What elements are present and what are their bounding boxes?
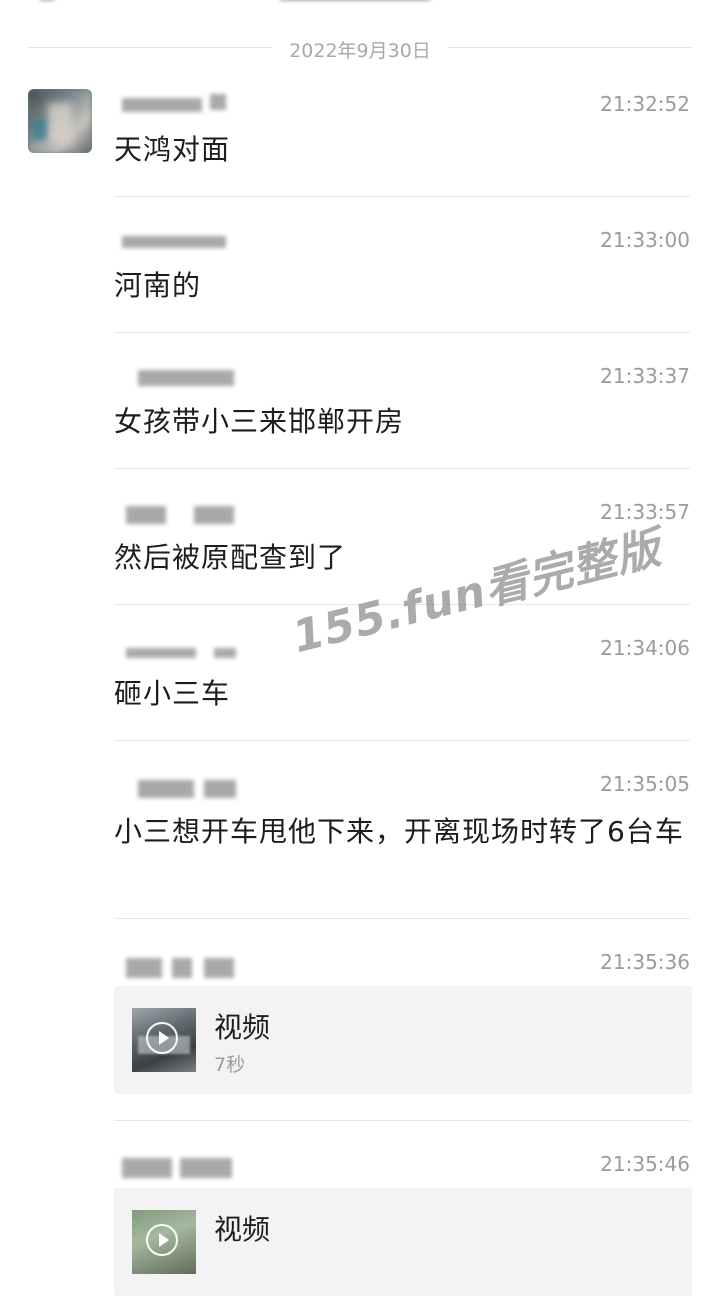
sender-name-blurred [120,772,250,798]
sender-name-blurred [120,364,250,388]
cut-off-header [0,0,712,6]
message-time: 21:35:36 [600,950,690,974]
video-title: 视频 [214,1011,271,1044]
message-time: 21:35:46 [600,1152,690,1176]
video-duration: 7秒 [214,1054,246,1076]
message-text: 砸小三车 [114,677,231,710]
video-thumbnail [132,1210,196,1274]
video-thumbnail [132,1008,196,1072]
message-text: 小三想开车甩他下来，开离现场时转了6台车 [114,815,684,848]
message-time: 21:32:52 [600,92,690,116]
message-time: 21:35:05 [600,772,690,796]
play-circle-icon [146,1022,178,1054]
sender-avatar[interactable] [28,89,92,153]
date-label: 2022年9月30日 [275,40,445,62]
message-time: 21:33:00 [600,228,690,252]
message-text: 天鸿对面 [114,133,231,166]
video-card[interactable]: 视频 7秒 [114,986,692,1094]
message-time: 21:33:37 [600,364,690,388]
date-separator: 2022年9月30日 [28,34,692,62]
sender-name-blurred [120,950,250,978]
message-divider [114,332,690,333]
sender-name-blurred [120,636,250,660]
sender-name-blurred [120,500,250,524]
message-divider [114,196,690,197]
message-divider [114,1120,690,1121]
message-text: 河南的 [114,269,202,302]
video-card[interactable]: 视频 [114,1188,692,1296]
sender-name-blurred [120,1152,250,1178]
message-text: 女孩带小三来邯郸开房 [114,405,405,438]
sender-name-blurred [120,92,250,116]
video-title: 视频 [214,1213,271,1246]
message-time: 21:34:06 [600,636,690,660]
sender-name-blurred [120,228,250,252]
message-divider [114,468,690,469]
play-circle-icon [146,1224,178,1256]
message-divider [114,740,690,741]
message-divider [114,918,690,919]
